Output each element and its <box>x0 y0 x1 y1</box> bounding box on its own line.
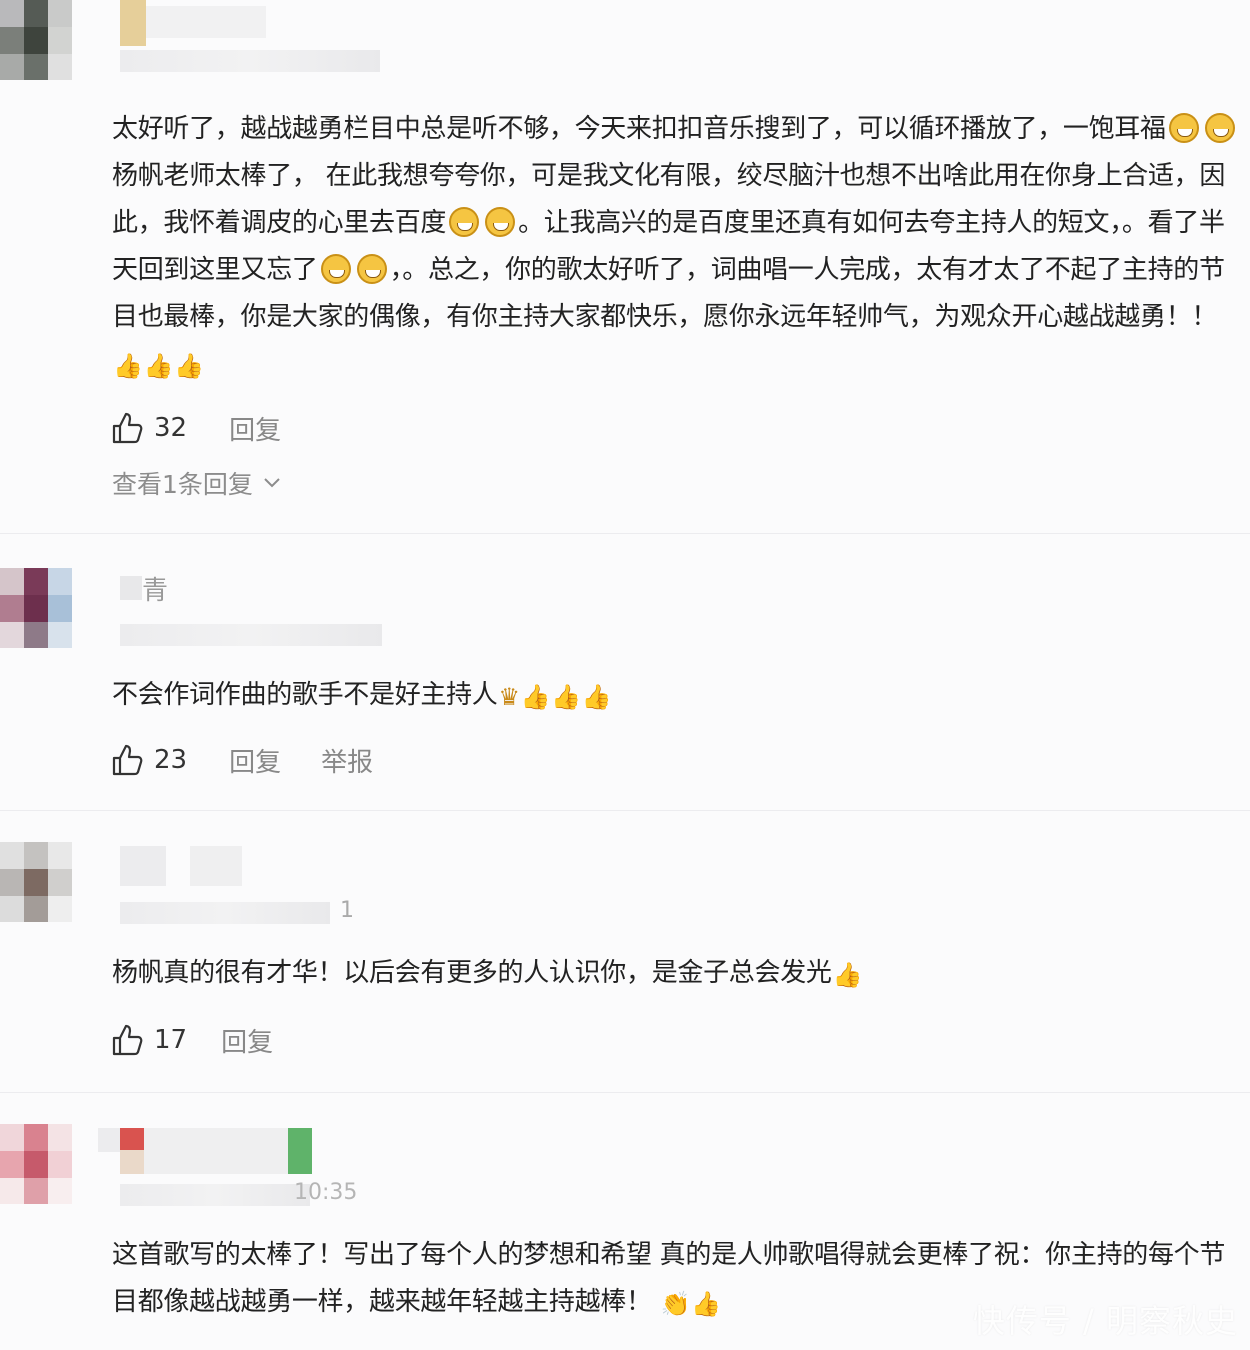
like-count: 32 <box>154 413 188 443</box>
username-fragment[interactable]: 青 <box>142 570 168 607</box>
comment-text: 不会作词作曲的歌手不是好主持人♛👍👍👍 <box>112 672 1240 721</box>
badge-red <box>120 1128 144 1150</box>
username-blurred <box>120 576 142 600</box>
avatar[interactable] <box>0 842 72 922</box>
comment-actions: 32 回复 <box>110 408 321 448</box>
username-blurred[interactable] <box>120 0 146 46</box>
like-count: 17 <box>154 1025 188 1055</box>
divider <box>0 1092 1250 1093</box>
divider <box>0 533 1250 534</box>
thumbs-up-emoji: 👍 <box>143 352 174 380</box>
timestamp-blurred <box>120 902 330 924</box>
thumbs-up-emoji: 👍 <box>520 683 551 711</box>
thumbs-up-emoji: 👍 <box>551 683 581 711</box>
badge-green <box>288 1128 312 1174</box>
grinning-face-emoji <box>1168 113 1199 143</box>
like-count: 23 <box>154 745 188 775</box>
thumbs-up-outline-icon[interactable] <box>110 410 146 446</box>
view-replies-label: 查看1条回复 <box>112 470 253 499</box>
person-emoji: ♛ <box>498 683 521 711</box>
comment-actions: 23 回复 举报 <box>110 740 413 780</box>
comment-text: 杨帆真的很有才华！以后会有更多的人认识你，是金子总会发光👍 <box>112 950 1240 999</box>
grinning-face-emoji <box>320 254 351 284</box>
grinning-face-emoji <box>485 207 516 237</box>
username-blurred-2[interactable] <box>120 1150 144 1174</box>
timestamp-fragment: 1 <box>340 898 354 923</box>
thumbs-up-emoji: 👍 <box>113 352 143 380</box>
chevron-down-icon <box>264 478 280 488</box>
avatar[interactable] <box>0 1124 72 1204</box>
timestamp-blurred <box>120 1184 310 1206</box>
avatar[interactable] <box>0 0 72 80</box>
thumbs-up-emoji: 👍 <box>832 961 863 989</box>
username-blurred <box>98 1128 120 1152</box>
thumbs-up-outline-icon[interactable] <box>110 742 146 778</box>
timestamp-blurred <box>120 624 382 646</box>
grinning-face-emoji <box>356 254 387 284</box>
divider <box>0 810 1250 811</box>
thumbs-up-emoji: 👍 <box>174 352 204 380</box>
username-blurred-2 <box>190 846 242 886</box>
grinning-face-emoji <box>1204 113 1235 143</box>
view-replies-link[interactable]: 查看1条回复 <box>112 465 281 501</box>
reply-button[interactable]: 回复 <box>229 410 281 447</box>
avatar[interactable] <box>0 568 72 648</box>
comment-text: 太好听了，越战越勇栏目中总是听不够，今天来扣扣音乐搜到了，可以循环播放了，一饱耳… <box>112 106 1240 390</box>
comment-actions: 17 回复 <box>110 1020 313 1060</box>
thumbs-up-emoji: 👍 <box>691 1290 721 1318</box>
username-blurred-2 <box>146 6 266 38</box>
report-button[interactable]: 举报 <box>321 742 373 779</box>
username-blurred-3 <box>144 1128 288 1174</box>
username-blurred[interactable] <box>120 846 166 886</box>
grinning-face-emoji <box>449 207 480 237</box>
thumbs-up-emoji: 👍 <box>581 683 612 711</box>
reply-button[interactable]: 回复 <box>221 1022 273 1059</box>
clapping-hands-emoji: 👏 <box>660 1290 691 1318</box>
reply-button[interactable]: 回复 <box>229 742 281 779</box>
watermark: 快传号 / 明察秋史 <box>972 1302 1238 1340</box>
thumbs-up-outline-icon[interactable] <box>110 1022 146 1058</box>
timestamp-blurred <box>120 50 380 72</box>
timestamp-fragment: 10:35 <box>294 1180 358 1205</box>
